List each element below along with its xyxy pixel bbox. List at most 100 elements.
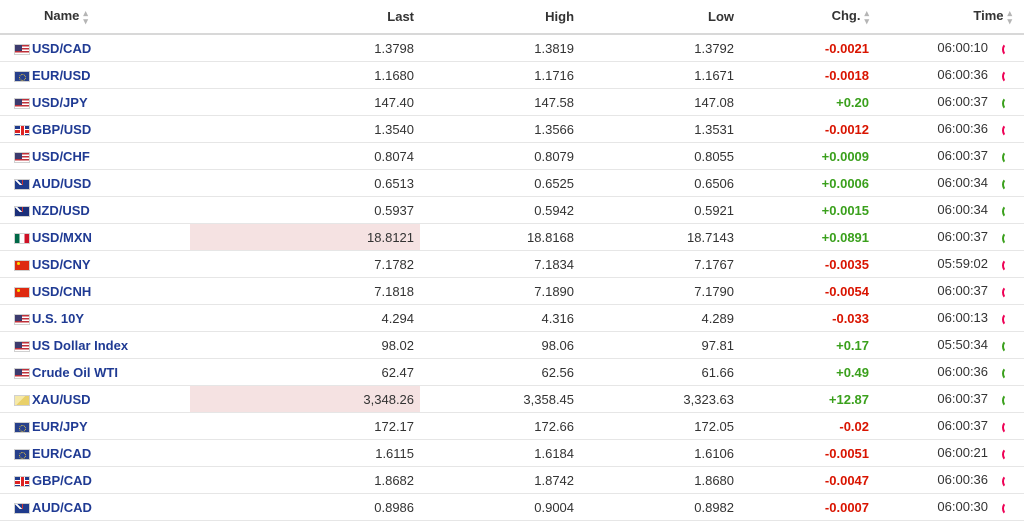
high-price-cell: 172.66 bbox=[420, 412, 581, 440]
instrument-link[interactable]: XAU/USD bbox=[32, 392, 91, 407]
low-price-cell: 0.8055 bbox=[580, 142, 741, 170]
change-cell: +0.49 bbox=[740, 358, 876, 386]
instrument-link[interactable]: USD/CNH bbox=[32, 284, 91, 299]
flag-us-icon bbox=[14, 367, 30, 379]
instrument-name-cell: USD/CNY bbox=[30, 250, 191, 278]
instrument-name-cell: EUR/JPY bbox=[30, 412, 191, 440]
high-price-cell: 0.5942 bbox=[420, 196, 581, 224]
last-price-cell: 0.5937 bbox=[190, 196, 421, 224]
sort-icon[interactable]: ▴ ▾ bbox=[83, 8, 88, 25]
instrument-link[interactable]: GBP/CAD bbox=[32, 473, 92, 488]
table-row[interactable]: EUR/JPY 172.17 172.66 172.05 -0.02 06:00:37 bbox=[0, 412, 1024, 440]
instrument-link[interactable]: EUR/JPY bbox=[32, 419, 88, 434]
column-header-time-label: Time bbox=[973, 8, 1004, 24]
column-header-chg-label: Chg. bbox=[831, 8, 861, 24]
last-price-cell: 172.17 bbox=[190, 412, 421, 440]
table-row[interactable]: Crude Oil WTI 62.47 62.56 61.66 +0.49 06:00:3… bbox=[0, 358, 1024, 386]
instrument-link[interactable]: AUD/USD bbox=[32, 176, 91, 191]
instrument-link[interactable]: EUR/CAD bbox=[32, 446, 91, 461]
high-price-cell: 7.1890 bbox=[420, 277, 581, 305]
column-header-low[interactable]: Low bbox=[580, 0, 741, 35]
change-cell: -0.0007 bbox=[740, 493, 876, 521]
instrument-link[interactable]: AUD/CAD bbox=[32, 500, 92, 515]
instrument-link[interactable]: US Dollar Index bbox=[32, 338, 128, 353]
time-cell: 06:00:13 bbox=[875, 304, 1024, 332]
time-cell: 06:00:10 bbox=[875, 34, 1024, 62]
change-cell: -0.0054 bbox=[740, 277, 876, 305]
table-row[interactable]: USD/CNH 7.1818 7.1890 7.1790 -0.0054 06:00:37 bbox=[0, 277, 1024, 305]
market-status-icon bbox=[1002, 501, 1012, 515]
table-row[interactable]: GBP/USD 1.3540 1.3566 1.3531 -0.0012 06:00:36 bbox=[0, 115, 1024, 143]
table-row[interactable]: AUD/USD 0.6513 0.6525 0.6506 +0.0006 06:00:34 bbox=[0, 169, 1024, 197]
instrument-link[interactable]: USD/JPY bbox=[32, 95, 88, 110]
low-price-cell: 1.8680 bbox=[580, 466, 741, 494]
last-price-cell: 18.8121 bbox=[190, 223, 421, 251]
table-row[interactable]: USD/CNY 7.1782 7.1834 7.1767 -0.0035 05:59:02 bbox=[0, 250, 1024, 278]
instrument-link[interactable]: U.S. 10Y bbox=[32, 311, 84, 326]
instrument-link[interactable]: GBP/USD bbox=[32, 122, 91, 137]
instrument-link[interactable]: USD/MXN bbox=[32, 230, 92, 245]
table-row[interactable]: USD/CHF 0.8074 0.8079 0.8055 +0.0009 06:00:37 bbox=[0, 142, 1024, 170]
table-row[interactable]: EUR/CAD 1.6115 1.6184 1.6106 -0.0051 06:00:21 bbox=[0, 439, 1024, 467]
market-status-icon bbox=[1002, 150, 1012, 164]
time-value: 06:00:36 bbox=[937, 121, 989, 137]
instrument-link[interactable]: USD/CHF bbox=[32, 149, 90, 164]
sort-icon[interactable]: ▴ ▾ bbox=[864, 8, 869, 25]
table-row[interactable]: NZD/USD 0.5937 0.5942 0.5921 +0.0015 06:00:34 bbox=[0, 196, 1024, 224]
high-price-cell: 4.316 bbox=[420, 304, 581, 332]
column-header-name[interactable]: Name ▴ ▾ bbox=[0, 0, 191, 35]
table-row[interactable]: XAU/USD 3,348.26 3,358.45 3,323.63 +12.87 06:… bbox=[0, 385, 1024, 413]
low-price-cell: 1.6106 bbox=[580, 439, 741, 467]
high-price-cell: 1.1716 bbox=[420, 61, 581, 89]
instrument-link[interactable]: USD/CNY bbox=[32, 257, 91, 272]
flag-cell bbox=[0, 493, 30, 521]
column-header-time[interactable]: Time ▴ ▾ bbox=[875, 0, 1024, 35]
table-row[interactable]: U.S. 10Y 4.294 4.316 4.289 -0.033 06:00:13 bbox=[0, 304, 1024, 332]
column-header-last[interactable]: Last bbox=[190, 0, 421, 35]
instrument-link[interactable]: USD/CAD bbox=[32, 41, 91, 56]
instrument-name-cell: GBP/CAD bbox=[30, 466, 191, 494]
change-cell: -0.033 bbox=[740, 304, 876, 332]
flag-mx-icon bbox=[14, 232, 30, 244]
low-price-cell: 1.3531 bbox=[580, 115, 741, 143]
market-status-icon bbox=[1002, 285, 1012, 299]
instrument-name-cell: USD/MXN bbox=[30, 223, 191, 251]
table-row[interactable]: EUR/USD 1.1680 1.1716 1.1671 -0.0018 06:00:36 bbox=[0, 61, 1024, 89]
last-price-cell: 1.3798 bbox=[190, 34, 421, 62]
time-cell: 06:00:36 bbox=[875, 61, 1024, 89]
instrument-link[interactable]: Crude Oil WTI bbox=[32, 365, 118, 380]
flag-us-icon bbox=[14, 313, 30, 325]
column-header-name-label: Name bbox=[44, 8, 80, 24]
table-row[interactable]: USD/MXN 18.8121 18.8168 18.7143 +0.0891 06:00… bbox=[0, 223, 1024, 251]
time-value: 06:00:37 bbox=[937, 94, 989, 110]
flag-nz-icon bbox=[14, 205, 30, 217]
column-header-high[interactable]: High bbox=[420, 0, 581, 35]
flag-gb-icon bbox=[14, 475, 30, 487]
column-header-chg[interactable]: Chg. ▴ ▾ bbox=[740, 0, 876, 35]
instrument-link[interactable]: EUR/USD bbox=[32, 68, 91, 83]
last-price-cell: 1.6115 bbox=[190, 439, 421, 467]
high-price-cell: 1.3566 bbox=[420, 115, 581, 143]
time-value: 06:00:34 bbox=[937, 202, 989, 218]
instrument-name-cell: USD/JPY bbox=[30, 88, 191, 116]
sort-icon[interactable]: ▴ ▾ bbox=[1007, 8, 1012, 25]
last-price-cell: 1.3540 bbox=[190, 115, 421, 143]
table-row[interactable]: GBP/CAD 1.8682 1.8742 1.8680 -0.0047 06:00:36 bbox=[0, 466, 1024, 494]
market-status-icon bbox=[1002, 42, 1012, 56]
instrument-name-cell: NZD/USD bbox=[30, 196, 191, 224]
time-value: 05:50:34 bbox=[937, 337, 989, 353]
table-row[interactable]: USD/JPY 147.40 147.58 147.08 +0.20 06:00:37 bbox=[0, 88, 1024, 116]
table-row[interactable]: US Dollar Index 98.02 98.06 97.81 +0.17 05:50… bbox=[0, 331, 1024, 359]
instrument-name-cell: XAU/USD bbox=[30, 385, 191, 413]
time-cell: 06:00:36 bbox=[875, 358, 1024, 386]
time-value: 06:00:34 bbox=[937, 175, 989, 191]
quotes-table-body: USD/CAD 1.3798 1.3819 1.3792 -0.0021 06:00:10… bbox=[0, 34, 1024, 521]
table-row[interactable]: AUD/CAD 0.8986 0.9004 0.8982 -0.0007 06:00:30 bbox=[0, 493, 1024, 521]
table-row[interactable]: USD/CAD 1.3798 1.3819 1.3792 -0.0021 06:00:10 bbox=[0, 34, 1024, 62]
change-cell: -0.02 bbox=[740, 412, 876, 440]
low-price-cell: 0.5921 bbox=[580, 196, 741, 224]
flag-us-icon bbox=[14, 97, 30, 109]
flag-cell bbox=[0, 142, 30, 170]
instrument-link[interactable]: NZD/USD bbox=[32, 203, 90, 218]
flag-cell bbox=[0, 439, 30, 467]
